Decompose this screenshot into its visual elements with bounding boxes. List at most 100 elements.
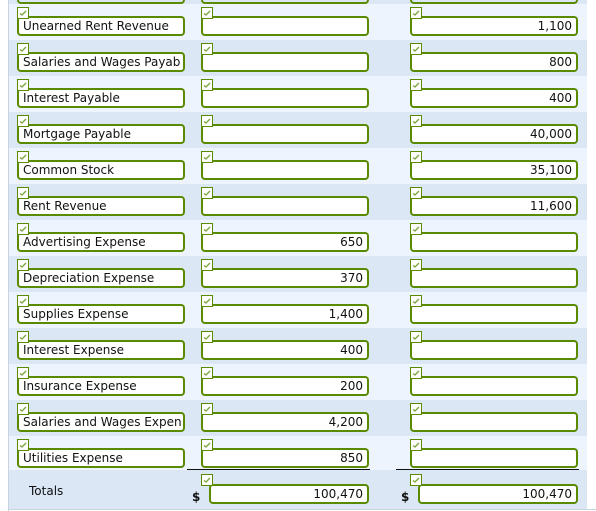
debit-cell: 4,200 [201, 400, 369, 436]
credit-input[interactable]: 800 [410, 52, 578, 72]
checkmark-icon [410, 7, 422, 19]
checkmark-icon [17, 43, 29, 55]
checkmark-icon [17, 187, 29, 199]
debit-total-cell: 100,470 [201, 470, 369, 510]
debit-input[interactable]: 650 [201, 232, 369, 252]
debit-cell [201, 76, 369, 112]
account-cell: Mortgage Payable [17, 112, 185, 148]
debit-dollar-sign: $ [192, 490, 201, 504]
debit-input[interactable] [201, 52, 369, 72]
account-cell: Utilities Expense [17, 436, 185, 472]
table-row: Common Stock 35,100 [9, 148, 587, 184]
credit-input[interactable] [410, 376, 578, 396]
credit-input[interactable] [410, 448, 578, 468]
account-input[interactable]: Utilities Expense [17, 448, 185, 468]
credit-input[interactable] [410, 268, 578, 288]
checkmark-icon [410, 439, 422, 451]
credit-input[interactable]: 35,100 [410, 160, 578, 180]
debit-cell [201, 112, 369, 148]
account-input[interactable]: Rent Revenue [17, 196, 185, 216]
debit-cell: 650 [201, 220, 369, 256]
debit-cell [201, 40, 369, 76]
table-row: Advertising Expense 650 [9, 220, 587, 256]
debit-total-input[interactable]: 100,470 [209, 484, 369, 504]
checkmark-icon [201, 295, 213, 307]
account-input[interactable]: Advertising Expense [17, 232, 185, 252]
table-row: Salaries and Wages Payab 800 [9, 40, 587, 76]
checkmark-icon [17, 259, 29, 271]
checkmark-icon [410, 79, 422, 91]
credit-input[interactable]: 11,600 [410, 196, 578, 216]
totals-label: Totals [29, 484, 64, 498]
debit-input[interactable]: 370 [201, 268, 369, 288]
debit-input[interactable]: 400 [201, 340, 369, 360]
account-cell: Salaries and Wages Expen [17, 400, 185, 436]
debit-input[interactable]: 850 [201, 448, 369, 468]
account-input[interactable]: Interest Expense [17, 340, 185, 360]
credit-cell: 800 [410, 40, 578, 76]
account-cell: Insurance Expense [17, 364, 185, 400]
checkmark-icon [410, 295, 422, 307]
credit-cell [410, 220, 578, 256]
account-input[interactable]: Interest Payable [17, 88, 185, 108]
checkmark-icon [17, 439, 29, 451]
account-input[interactable]: Salaries and Wages Expen [17, 412, 185, 432]
credit-cell [410, 328, 578, 364]
credit-input[interactable]: 1,100 [410, 16, 578, 36]
credit-input[interactable] [410, 232, 578, 252]
credit-input[interactable] [410, 340, 578, 360]
credit-cell: 40,000 [410, 112, 578, 148]
debit-input[interactable] [201, 196, 369, 216]
credit-cell [410, 292, 578, 328]
table-row: Interest Payable 400 [9, 76, 587, 112]
checkmark-icon [17, 223, 29, 235]
debit-input[interactable]: 4,200 [201, 412, 369, 432]
account-cell: Interest Expense [17, 328, 185, 364]
checkmark-icon [201, 474, 213, 486]
bottom-border [8, 509, 596, 510]
checkmark-icon [201, 403, 213, 415]
debit-input[interactable] [201, 16, 369, 36]
account-input[interactable]: Supplies Expense [17, 304, 185, 324]
credit-total-cell: 100,470 [410, 470, 578, 510]
account-cell: Rent Revenue [17, 184, 185, 220]
debit-input[interactable] [201, 160, 369, 180]
checkmark-icon [410, 403, 422, 415]
account-input[interactable]: Insurance Expense [17, 376, 185, 396]
credit-input[interactable] [410, 304, 578, 324]
account-input[interactable]: Common Stock [17, 160, 185, 180]
debit-input[interactable]: 1,400 [201, 304, 369, 324]
debit-cell: 370 [201, 256, 369, 292]
checkmark-icon [17, 115, 29, 127]
credit-cell [410, 436, 578, 472]
credit-cell: 400 [410, 76, 578, 112]
checkmark-icon [17, 151, 29, 163]
debit-input[interactable] [201, 124, 369, 144]
account-input[interactable]: Salaries and Wages Payab [17, 52, 185, 72]
credit-input[interactable] [410, 412, 578, 432]
credit-total-input[interactable]: 100,470 [418, 484, 578, 504]
checkmark-icon [201, 187, 213, 199]
account-cell: Salaries and Wages Payab [17, 40, 185, 76]
table-row: Utilities Expense 850 [9, 436, 587, 472]
debit-input[interactable]: 200 [201, 376, 369, 396]
credit-cell: 35,100 [410, 148, 578, 184]
checkmark-icon [410, 223, 422, 235]
account-input[interactable]: Mortgage Payable [17, 124, 185, 144]
account-input[interactable]: Unearned Rent Revenue [17, 16, 185, 36]
debit-input[interactable] [201, 88, 369, 108]
checkmark-icon [201, 115, 213, 127]
checkmark-icon [17, 79, 29, 91]
debit-cell: 200 [201, 364, 369, 400]
credit-cell [410, 256, 578, 292]
credit-input[interactable]: 400 [410, 88, 578, 108]
account-cell: Depreciation Expense [17, 256, 185, 292]
table-row: Unearned Rent Revenue 1,100 [9, 4, 587, 40]
checkmark-icon [201, 223, 213, 235]
account-input[interactable]: Depreciation Expense [17, 268, 185, 288]
checkmark-icon [410, 115, 422, 127]
credit-input[interactable]: 40,000 [410, 124, 578, 144]
checkmark-icon [201, 151, 213, 163]
account-cell: Unearned Rent Revenue [17, 4, 185, 40]
checkmark-icon [201, 439, 213, 451]
